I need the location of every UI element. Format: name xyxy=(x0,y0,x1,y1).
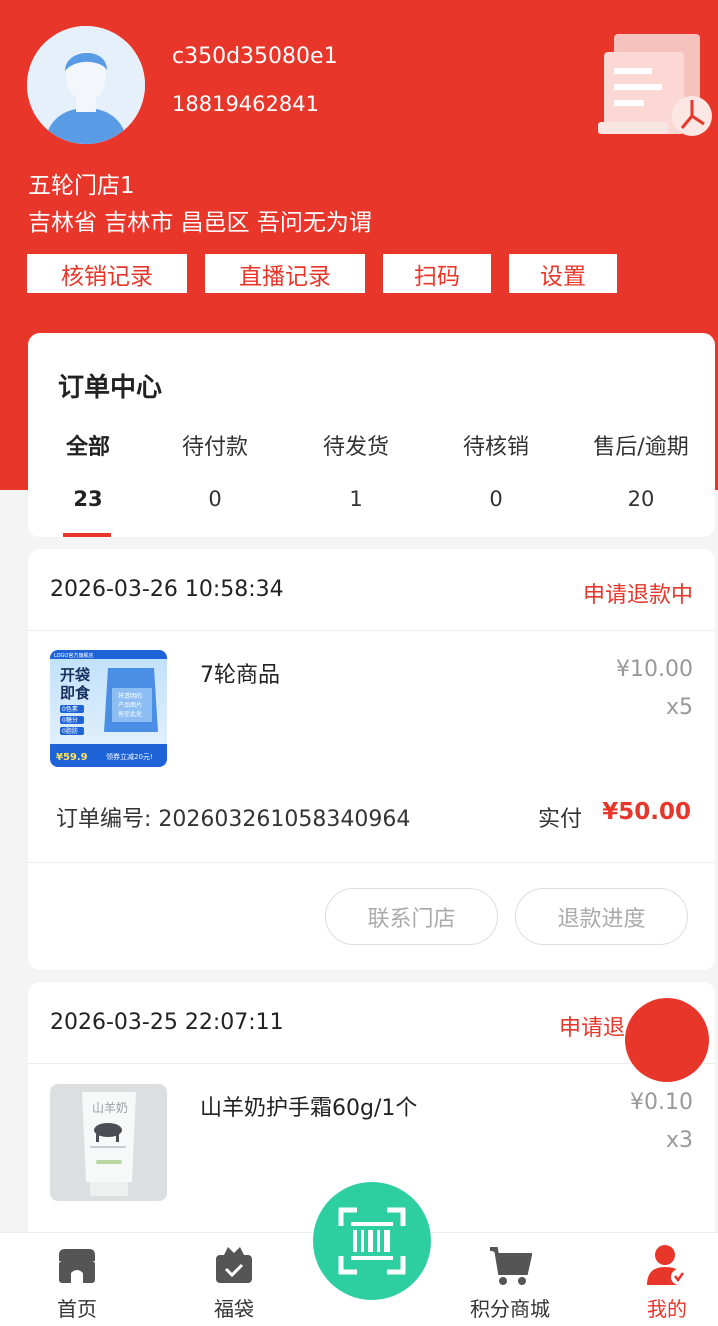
product-price: ¥0.10 xyxy=(630,1090,693,1115)
thumb-coupon: 领券立减20元! xyxy=(106,752,153,761)
product-quantity: x5 xyxy=(665,695,693,720)
nav-label: 首页 xyxy=(57,1297,97,1321)
thumb-headline-2: 即食 xyxy=(60,684,91,702)
product-quantity: x3 xyxy=(665,1128,693,1153)
verification-records-button[interactable]: 核销记录 xyxy=(27,254,187,293)
order-center-title: 订单中心 xyxy=(58,373,163,403)
scan-fab-button[interactable] xyxy=(313,1182,431,1300)
thumb-bag-text: 拖至此处 xyxy=(118,710,142,718)
thumb-price: ¥59.9 xyxy=(56,752,88,763)
nav-item-points-mall[interactable]: 积分商城 xyxy=(450,1233,570,1326)
tab-count: 0 xyxy=(208,487,222,511)
avatar[interactable] xyxy=(27,26,145,144)
tab-pending-payment[interactable]: 待付款 0 xyxy=(155,429,275,511)
live-records-button[interactable]: 直播记录 xyxy=(205,254,365,293)
tab-pending-shipment[interactable]: 待发货 1 xyxy=(296,429,416,511)
divider xyxy=(28,862,715,863)
product-name[interactable]: 山羊奶护手霜60g/1个 xyxy=(200,1090,417,1122)
thumb-headline-1: 开袋 xyxy=(60,666,91,684)
nav-label: 福袋 xyxy=(214,1297,254,1321)
tab-label: 待付款 xyxy=(181,435,248,460)
tab-label: 待核销 xyxy=(462,435,529,460)
floating-action-dot[interactable] xyxy=(625,998,709,1082)
tab-count: 20 xyxy=(627,487,655,511)
product-image: 山羊奶 xyxy=(50,1084,167,1201)
product-price: ¥10.00 xyxy=(616,657,693,682)
order-status: 申请退 xyxy=(558,1016,625,1041)
divider xyxy=(28,1063,715,1064)
order-time: 2026-03-25 22:07:11 xyxy=(50,1010,284,1035)
user-phone: 18819462841 xyxy=(172,92,319,116)
active-tab-indicator xyxy=(63,533,111,537)
nav-item-home[interactable]: 首页 xyxy=(17,1233,137,1326)
thumb-brand: 山羊奶 xyxy=(92,1100,128,1115)
thumb-tag: 0糖分 xyxy=(62,716,78,724)
barcode-scan-icon xyxy=(338,1207,406,1275)
store-icon xyxy=(59,1249,95,1283)
product-image: LOGO官方旗舰店 开袋 即食 0色素 0糖分 0脂肪 将透明的 产品图片 拖至… xyxy=(50,650,167,767)
store-name: 五轮门店1 xyxy=(28,173,135,199)
order-center-card: 订单中心 全部 23 待付款 0 待发货 1 待核销 0 售后/逾期 20 xyxy=(28,333,715,537)
avatar-person-icon xyxy=(27,26,145,144)
tab-pending-verification[interactable]: 待核销 0 xyxy=(436,429,556,511)
tab-label: 售后/逾期 xyxy=(593,435,689,460)
tab-label: 全部 xyxy=(65,435,110,460)
product-name[interactable]: 7轮商品 xyxy=(200,657,280,689)
product-thumbnail[interactable]: 山羊奶 xyxy=(50,1084,167,1201)
thumb-tag: 0脂肪 xyxy=(62,727,78,735)
divider xyxy=(28,630,715,631)
thumb-tag: 0色素 xyxy=(62,705,78,713)
thumb-top-tag: LOGO官方旗舰店 xyxy=(54,652,93,659)
tab-count: 0 xyxy=(489,487,503,511)
nav-item-mine[interactable]: 我的 xyxy=(607,1233,718,1326)
gift-bag-icon xyxy=(216,1247,252,1283)
order-time: 2026-03-26 10:58:34 xyxy=(50,577,284,602)
thumb-bag-text: 产品图片 xyxy=(118,701,142,709)
paid-label: 实付 xyxy=(538,807,583,832)
tab-after-sales[interactable]: 售后/逾期 20 xyxy=(576,429,706,511)
cart-icon xyxy=(490,1247,532,1285)
tab-label: 待发货 xyxy=(322,435,389,460)
refund-progress-button[interactable]: 退款进度 xyxy=(515,888,688,945)
nav-label: 我的 xyxy=(647,1297,687,1321)
tab-count: 1 xyxy=(349,487,363,511)
user-id: c350d35080e1 xyxy=(172,44,338,69)
product-thumbnail[interactable]: LOGO官方旗舰店 开袋 即食 0色素 0糖分 0脂肪 将透明的 产品图片 拖至… xyxy=(50,650,167,767)
user-icon xyxy=(647,1245,687,1285)
nav-label: 积分商城 xyxy=(470,1297,550,1321)
order-number: 订单编号: 202603261058340964 xyxy=(56,807,411,832)
store-address: 吉林省 吉林市 昌邑区 吾问无为谓 xyxy=(28,210,372,236)
thumb-bag-text: 将透明的 xyxy=(118,692,142,700)
contact-store-button[interactable]: 联系门店 xyxy=(325,888,498,945)
tab-count: 23 xyxy=(73,487,103,511)
order-receipt-icon[interactable] xyxy=(596,28,714,140)
tab-all[interactable]: 全部 23 xyxy=(28,429,148,511)
scan-button[interactable]: 扫码 xyxy=(383,254,491,293)
order-card[interactable]: 2026-03-26 10:58:34 申请退款中 LOGO官方旗舰店 开袋 即… xyxy=(28,549,715,970)
settings-button[interactable]: 设置 xyxy=(509,254,617,293)
paid-amount: ¥50.00 xyxy=(602,799,691,825)
nav-item-lucky-bag[interactable]: 福袋 xyxy=(174,1233,294,1326)
order-status: 申请退款中 xyxy=(582,583,693,608)
